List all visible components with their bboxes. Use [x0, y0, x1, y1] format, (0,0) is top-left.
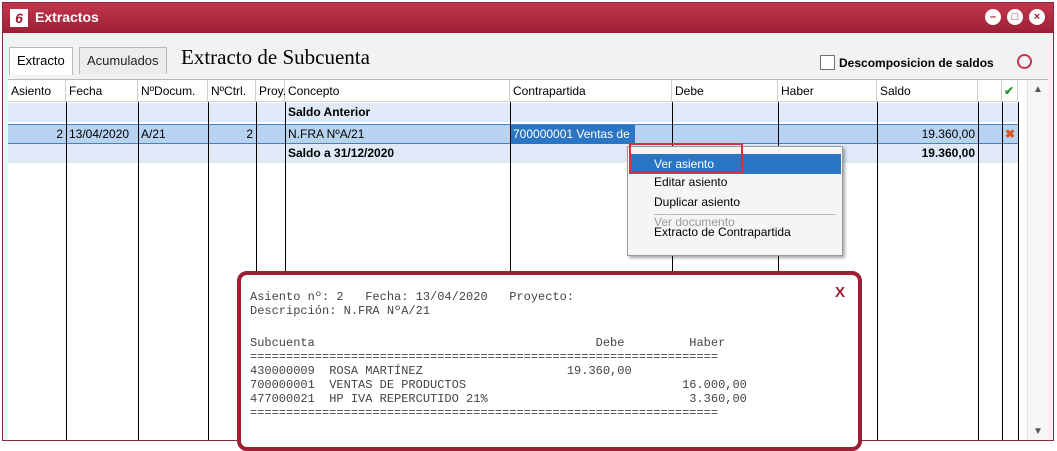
tab-acumulados[interactable]: Acumulados: [79, 47, 167, 74]
col-haber-header[interactable]: Haber: [778, 80, 877, 102]
col-concepto-header[interactable]: Concepto: [285, 80, 510, 102]
asiento-cell: 2: [56, 127, 63, 141]
col-control-header[interactable]: NºCtrl.: [208, 80, 256, 102]
column-divider: [138, 102, 139, 440]
contrapartida-cell: 700000001 Ventas de: [510, 125, 635, 144]
descomposicion-checkbox[interactable]: [820, 55, 835, 70]
fecha-cell: 13/04/2020: [69, 127, 130, 141]
col-debe-header[interactable]: Debe: [672, 80, 778, 102]
col-documento-header[interactable]: NºDocum.: [138, 80, 208, 102]
concepto-cell: N.FRA NºA/21: [288, 127, 365, 141]
popup-entry: 700000001 VENTAS DE PRODUCTOS 16.000,00: [250, 378, 747, 392]
vertical-scrollbar[interactable]: ▲ ▼: [1027, 80, 1048, 440]
toolbar: Extracto Acumulados Extracto de Subcuent…: [3, 33, 1053, 78]
column-divider: [66, 102, 67, 440]
delete-x-icon[interactable]: ✖: [1002, 125, 1018, 144]
popup-close-icon[interactable]: X: [835, 284, 845, 301]
column-divider: [978, 102, 979, 440]
popup-column-header: Subcuenta Debe Haber: [250, 336, 726, 350]
check-icon: ✔: [1002, 80, 1018, 102]
window-title: Extractos: [35, 9, 99, 25]
scroll-up-icon[interactable]: ▲: [1033, 84, 1043, 95]
scroll-down-icon[interactable]: ▼: [1033, 426, 1043, 437]
popup-asiento-line: Asiento nº: 2 Fecha: 13/04/2020 Proyecto…: [250, 290, 575, 304]
close-icon[interactable]: ×: [1029, 9, 1045, 25]
popup-entry: 477000021 HP IVA REPERCUTIDO 21% 3.360,0…: [250, 392, 747, 406]
column-divider: [208, 102, 209, 440]
col-fecha-header[interactable]: Fecha: [66, 80, 138, 102]
asiento-preview-popup: Asiento nº: 2 Fecha: 13/04/2020 Proyecto…: [237, 271, 862, 451]
minimize-icon[interactable]: –: [985, 9, 1001, 25]
table-row-selected[interactable]: 2 13/04/2020 A/21 2 N.FRA NºA/21 7000000…: [8, 124, 1018, 144]
app-logo-icon: 6: [10, 9, 28, 27]
column-divider: [1002, 102, 1003, 440]
tab-extracto[interactable]: Extracto: [9, 47, 73, 75]
col-contrapartida-header[interactable]: Contrapartida: [510, 80, 672, 102]
annotation-highlight: [629, 143, 743, 173]
table-row[interactable]: Saldo Anterior: [8, 103, 1018, 122]
col-blank-header: [978, 80, 1002, 102]
documento-cell: A/21: [141, 127, 166, 141]
menu-separator: [654, 214, 836, 215]
saldo-cell: 19.360,00: [921, 146, 975, 160]
page-title: Extracto de Subcuenta: [181, 45, 370, 69]
saldo-cell: 19.360,00: [921, 127, 975, 141]
popup-entry: 430000009 ROSA MARTÍNEZ 19.360,00: [250, 364, 632, 378]
column-divider: [1018, 102, 1019, 440]
popup-separator: ========================================…: [250, 406, 719, 420]
title-bar[interactable]: 6 Extractos – □ ×: [3, 3, 1053, 33]
popup-descripcion-line: Descripción: N.FRA NºA/21: [250, 304, 431, 318]
descomposicion-checkbox-group[interactable]: Descomposicion de saldos: [820, 55, 994, 70]
menu-item-duplicar-asiento[interactable]: Duplicar asiento: [629, 192, 841, 212]
table-row[interactable]: Saldo a 31/12/2020 19.360,00: [8, 144, 1018, 163]
popup-separator: ========================================…: [250, 350, 719, 364]
control-cell: 2: [246, 127, 253, 141]
col-saldo-header[interactable]: Saldo: [877, 80, 978, 102]
descomposicion-label: Descomposicion de saldos: [839, 55, 994, 70]
menu-item-extracto-contrapartida[interactable]: Extracto de Contrapartida: [629, 222, 841, 242]
options-circle-icon[interactable]: [1017, 54, 1032, 69]
menu-item-editar-asiento[interactable]: Editar asiento: [629, 172, 841, 192]
maximize-icon[interactable]: □: [1007, 9, 1023, 25]
column-divider: [877, 102, 878, 440]
concepto-cell: Saldo Anterior: [288, 105, 371, 119]
col-asiento-header[interactable]: Asiento: [8, 80, 66, 102]
concepto-cell: Saldo a 31/12/2020: [288, 146, 395, 160]
col-proyecto-header[interactable]: Proy.: [256, 80, 286, 102]
